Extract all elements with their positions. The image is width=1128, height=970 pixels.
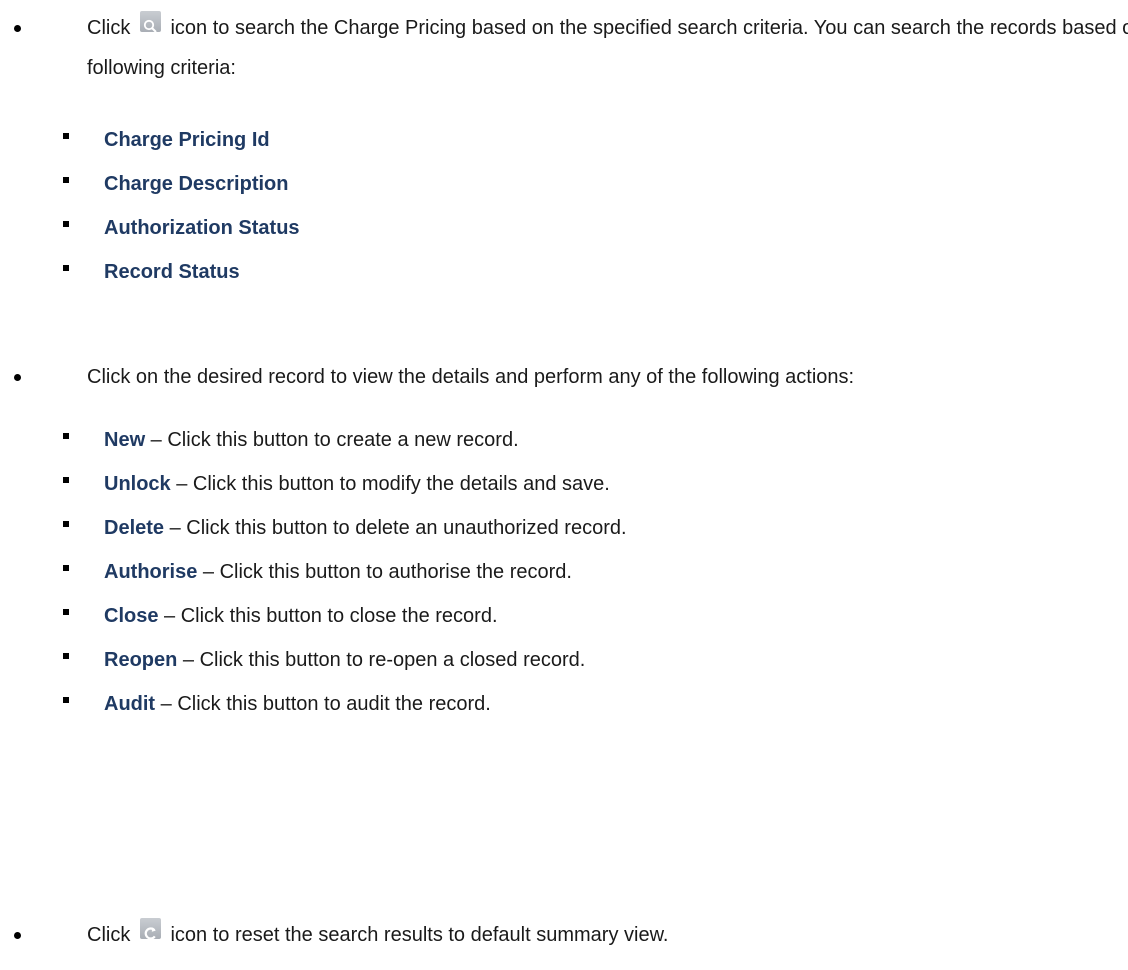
bullet-text: icon to search the Charge Pricing based …	[87, 17, 1128, 79]
criteria-item: Charge Description	[0, 162, 1087, 206]
action-item-unlock: Unlock – Click this button to modify the…	[0, 462, 1087, 506]
action-item-audit: Audit – Click this button to audit the r…	[0, 682, 1087, 726]
criteria-label: Charge Pricing Id	[104, 129, 270, 151]
action-label: Unlock	[104, 473, 171, 495]
action-label: Authorise	[104, 561, 198, 583]
action-label: Close	[104, 605, 159, 627]
action-desc: – Click this button to create a new reco…	[145, 429, 519, 451]
action-desc: – Click this button to audit the record.	[155, 693, 491, 715]
action-item-reopen: Reopen – Click this button to re-open a …	[0, 638, 1087, 682]
square-bullet	[63, 177, 69, 183]
bullet-text: icon to reset the search results to defa…	[170, 924, 669, 946]
refresh-icon[interactable]	[139, 918, 161, 940]
action-label: Delete	[104, 517, 165, 539]
action-desc: – Click this button to close the record.	[158, 605, 498, 627]
bullet-text-prefix: Click	[87, 924, 131, 946]
square-bullet	[63, 433, 69, 439]
action-desc: – Click this button to re-open a closed …	[177, 649, 586, 671]
square-bullet	[63, 609, 69, 615]
search-icon[interactable]	[139, 11, 161, 33]
criteria-item: Record Status	[0, 250, 1087, 294]
bullet-actions: Click on the desired record to view the …	[0, 357, 1128, 397]
bullet-dot	[14, 932, 21, 939]
square-bullet	[63, 521, 69, 527]
bullet-text: Click on the desired record to view the …	[87, 366, 855, 388]
action-label: Audit	[104, 693, 156, 715]
criteria-item: Authorization Status	[0, 206, 1087, 250]
action-label: Reopen	[104, 649, 178, 671]
square-bullet	[63, 477, 69, 483]
bullet-text-prefix: Click	[87, 17, 131, 39]
bullet-dot	[14, 25, 21, 32]
bullet-reset: Click icon to reset the search results t…	[0, 915, 1128, 955]
square-bullet	[63, 653, 69, 659]
square-bullet	[63, 565, 69, 571]
action-label: New	[104, 429, 146, 451]
criteria-label: Authorization Status	[104, 217, 300, 239]
criteria-item: Charge Pricing Id	[0, 118, 1087, 162]
action-desc: – Click this button to modify the detail…	[170, 473, 610, 495]
square-bullet	[63, 697, 69, 703]
action-item-close: Close – Click this button to close the r…	[0, 594, 1087, 638]
square-bullet	[63, 265, 69, 271]
bullet-search: Click icon to search the Charge Pricing …	[0, 8, 1128, 88]
criteria-label: Record Status	[104, 261, 240, 283]
action-item-authorise: Authorise – Click this button to authori…	[0, 550, 1087, 594]
action-item-delete: Delete – Click this button to delete an …	[0, 506, 1087, 550]
square-bullet	[63, 133, 69, 139]
criteria-label: Charge Description	[104, 173, 289, 195]
action-desc: – Click this button to authorise the rec…	[197, 561, 572, 583]
action-desc: – Click this button to delete an unautho…	[164, 517, 627, 539]
square-bullet	[63, 221, 69, 227]
bullet-dot	[14, 374, 21, 381]
action-item-new: New – Click this button to create a new …	[0, 418, 1087, 462]
